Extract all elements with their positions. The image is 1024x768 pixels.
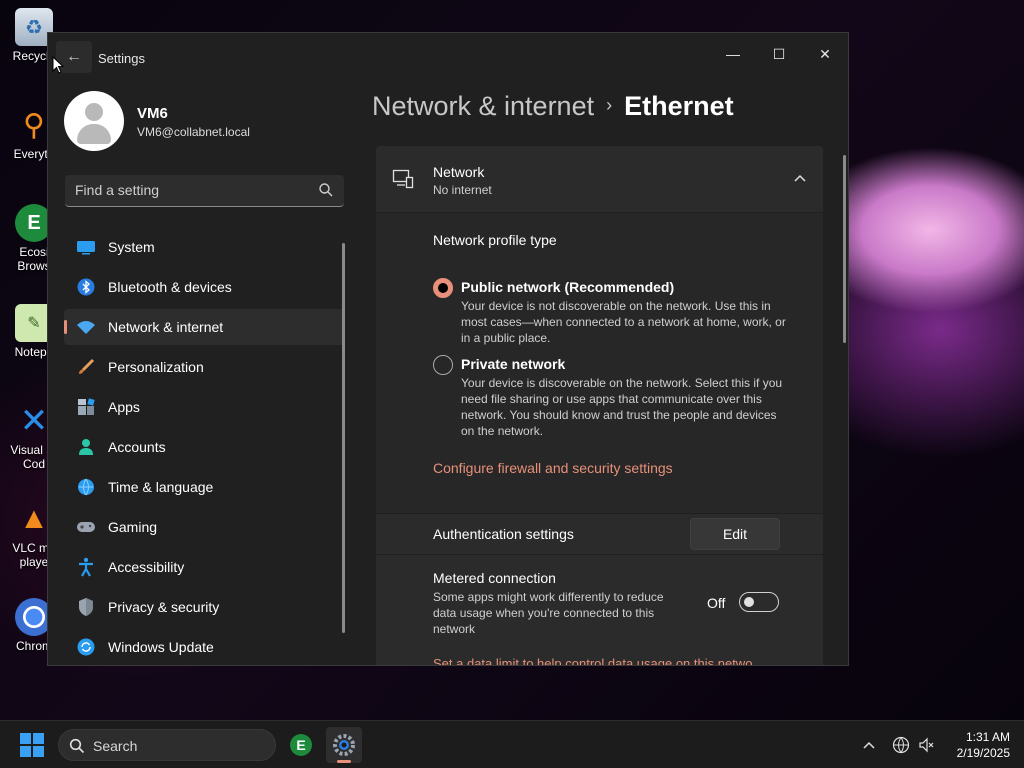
option-description: Your device is discoverable on the netwo… [461,376,783,438]
volume-muted-icon[interactable] [917,735,937,755]
sidebar-item-windows-update[interactable]: Windows Update [64,629,344,665]
settings-window: ← Settings — ☐ ✕ VM6 VM6@collabnet.local [47,32,849,666]
search-icon [69,738,85,759]
sidebar-item-time-language[interactable]: Time & language [64,469,344,505]
title-bar[interactable]: ← Settings — ☐ ✕ [48,33,848,81]
accessibility-icon [76,557,96,577]
metered-label: Metered connection [433,570,556,586]
settings-search[interactable] [65,175,344,207]
avatar [64,91,124,151]
system-icon [76,237,96,257]
sidebar-item-system[interactable]: System [64,229,344,265]
back-arrow-icon: ← [66,48,82,65]
gamepad-icon [76,517,96,537]
sidebar-item-label: Privacy & security [108,599,220,615]
taskbar-search-label: Search [93,738,138,754]
network-title: Network [433,164,485,180]
edit-button[interactable]: Edit [690,518,780,550]
sidebar-item-personalization[interactable]: Personalization [64,349,344,385]
sidebar-item-label: System [108,239,155,255]
sidebar-item-label: Apps [108,399,140,415]
authentication-settings-row: Authentication settings Edit [376,514,823,554]
search-input[interactable] [65,175,305,205]
minimize-icon: — [726,46,740,62]
private-network-radio[interactable] [433,355,453,375]
network-card-header[interactable]: Network No internet [376,146,823,212]
page-title: Ethernet [624,91,734,121]
sidebar-scrollbar[interactable] [342,243,345,633]
firewall-settings-link[interactable]: Configure firewall and security settings [433,460,673,476]
network-card-body: Network profile type Public network (Rec… [376,213,823,513]
sidebar-item-accessibility[interactable]: Accessibility [64,549,344,585]
maximize-icon: ☐ [772,45,786,62]
mouse-cursor-icon [52,56,64,74]
svg-text:E: E [296,737,305,753]
clock-date: 2/19/2025 [956,746,1010,760]
apps-icon [76,397,96,417]
network-status: No internet [433,183,492,197]
close-icon: ✕ [819,45,831,62]
breadcrumb-parent[interactable]: Network & internet [372,91,594,121]
globe-clock-icon [76,477,96,497]
sidebar-item-bluetooth[interactable]: Bluetooth & devices [64,269,344,305]
sidebar-item-label: Accounts [108,439,166,455]
sidebar-item-privacy[interactable]: Privacy & security [64,589,344,625]
sidebar-item-label: Gaming [108,519,158,535]
wifi-icon [76,317,96,337]
sidebar-item-label: Accessibility [108,559,185,575]
shield-icon [76,597,96,617]
sidebar-item-label: Network & internet [108,319,224,335]
brush-icon [76,357,96,377]
breadcrumb: Network & internet › Ethernet [372,91,734,131]
ecosia-browser-icon: E [290,734,312,756]
toggle-state-label: Off [707,595,726,611]
option-title: Private network [461,356,566,372]
minimize-button[interactable]: — [710,39,756,69]
taskbar-app-ecosia[interactable]: E [283,727,319,763]
clock-time: 1:31 AM [965,730,1010,744]
sidebar-item-label: Personalization [108,359,204,375]
start-button[interactable] [20,733,44,757]
profile-name: VM6 [137,105,168,122]
taskbar: Search E 1:31 AM 2/19/2025 [0,720,1024,768]
metered-description: Some apps might work differently to redu… [433,590,664,636]
chevron-up-icon[interactable] [859,735,879,755]
search-icon[interactable] [318,182,334,203]
authentication-label: Authentication settings [433,526,574,542]
network-monitor-icon [392,168,414,195]
chevron-up-icon[interactable] [793,170,807,188]
network-globe-icon[interactable] [891,735,911,755]
maximize-button[interactable]: ☐ [756,39,802,69]
option-title: Public network (Recommended) [461,279,675,295]
data-limit-link[interactable]: Set a data limit to help control data us… [433,656,752,665]
chevron-right-icon: › [606,95,613,115]
sidebar-item-label: Time & language [108,479,214,495]
sidebar-item-gaming[interactable]: Gaming [64,509,344,545]
sidebar-item-accounts[interactable]: Accounts [64,429,344,465]
accounts-icon [76,437,96,457]
metered-connection-row: Metered connection Some apps might work … [376,555,823,665]
content-scrollbar[interactable] [843,155,846,343]
sidebar-item-label: Windows Update [108,639,214,655]
close-button[interactable]: ✕ [802,39,848,69]
profile-type-label: Network profile type [433,232,557,248]
sidebar-item-network[interactable]: Network & internet [64,309,344,345]
toggle-knob [744,597,754,607]
taskbar-clock[interactable]: 1:31 AM 2/19/2025 [944,729,1010,761]
metered-toggle[interactable] [739,592,779,612]
bluetooth-icon [76,277,96,297]
gear-icon [333,734,355,756]
sidebar-item-apps[interactable]: Apps [64,389,344,425]
update-icon [76,637,96,657]
public-network-radio[interactable] [433,278,453,298]
windows-logo-icon [20,733,31,744]
window-title: Settings [98,51,145,66]
profile-email: VM6@collabnet.local [137,125,250,139]
taskbar-search[interactable]: Search [58,729,276,761]
sidebar-nav: System Bluetooth & devices Network & int… [64,229,344,665]
option-description: Your device is not discoverable on the n… [461,299,786,345]
taskbar-app-settings[interactable] [326,727,362,763]
sidebar-item-label: Bluetooth & devices [108,279,232,295]
